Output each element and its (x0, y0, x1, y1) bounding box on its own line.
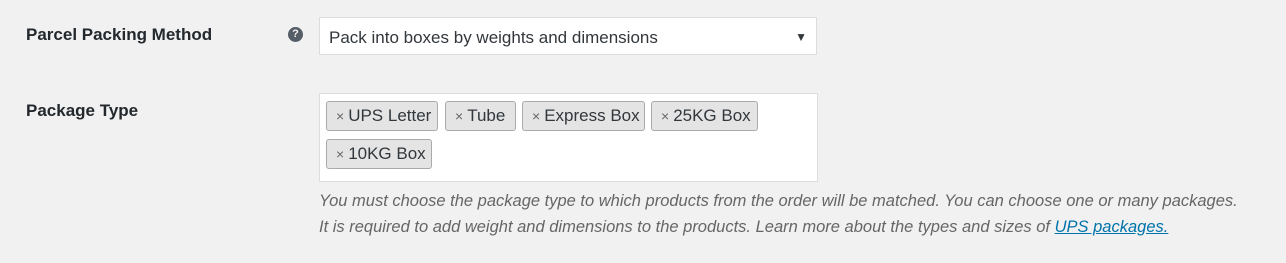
package-type-description: You must choose the package type to whic… (319, 188, 1279, 240)
description-line-2-text: It is required to add weight and dimensi… (319, 218, 1055, 236)
tag-remove-icon[interactable]: × (661, 109, 669, 123)
tag-25kg-box: × 25KG Box (651, 101, 758, 131)
tag-remove-icon[interactable]: × (336, 147, 344, 161)
tag-ups-letter: × UPS Letter (326, 101, 438, 131)
tag-label: UPS Letter (348, 106, 432, 125)
tag-remove-icon[interactable]: × (336, 109, 344, 123)
tag-label: 25KG Box (673, 106, 751, 125)
tag-remove-icon[interactable]: × (532, 109, 540, 123)
tag-tube: × Tube (445, 101, 516, 131)
description-line-1: You must choose the package type to whic… (319, 192, 1238, 210)
tag-label: Express Box (544, 106, 640, 125)
tag-10kg-box: × 10KG Box (326, 139, 432, 169)
package-type-multiselect[interactable]: × UPS Letter × Tube × Express Box × 25KG… (319, 93, 818, 182)
ups-packages-link[interactable]: UPS packages. (1055, 218, 1169, 236)
tag-express-box: × Express Box (522, 101, 645, 131)
description-line-2: It is required to add weight and dimensi… (319, 214, 1279, 240)
tag-label: Tube (467, 106, 506, 125)
package-type-row: Package Type × UPS Letter × Tube × Expre… (0, 0, 1286, 263)
tag-label: 10KG Box (348, 144, 426, 163)
package-type-label: Package Type (26, 101, 139, 120)
tag-remove-icon[interactable]: × (455, 109, 463, 123)
